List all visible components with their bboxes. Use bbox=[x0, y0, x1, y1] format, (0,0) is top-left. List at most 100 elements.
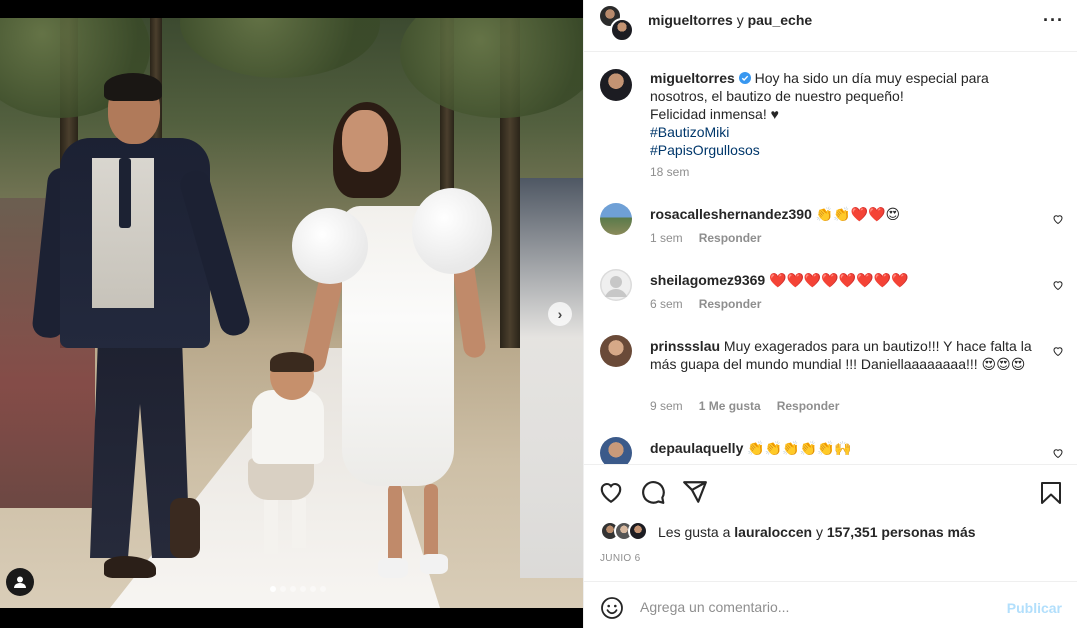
carousel-next-button[interactable]: › bbox=[548, 302, 572, 326]
timestamp[interactable]: 6 sem bbox=[650, 297, 683, 311]
groom-figure bbox=[119, 158, 131, 228]
carousel-indicator bbox=[270, 586, 326, 592]
comment-username[interactable]: rosacalleshernandez390 bbox=[650, 206, 812, 222]
publish-button[interactable]: Publicar bbox=[1007, 600, 1062, 616]
author-username[interactable]: migueltorres bbox=[648, 12, 733, 28]
heart-icon[interactable] bbox=[1052, 345, 1064, 357]
caption-username[interactable]: migueltorres bbox=[650, 70, 735, 86]
heart-icon[interactable] bbox=[1052, 213, 1064, 225]
add-comment-bar: Publicar bbox=[584, 581, 1077, 628]
bride-figure bbox=[292, 208, 368, 284]
likes-summary: Les gusta a lauraloccen y 157,351 person… bbox=[600, 521, 976, 543]
avatar[interactable] bbox=[600, 69, 632, 101]
avatar[interactable] bbox=[600, 269, 632, 301]
child-figure bbox=[248, 458, 314, 500]
comments-section[interactable]: migueltorres Hoy ha sido un día muy espe… bbox=[584, 53, 1077, 464]
foliage bbox=[400, 18, 583, 118]
post-side-panel: migueltorres y pau_eche ··· migueltorres… bbox=[583, 0, 1077, 628]
post-header: migueltorres y pau_eche ··· bbox=[584, 0, 1077, 52]
child-figure bbox=[252, 390, 324, 464]
guests-right bbox=[520, 178, 583, 578]
heart-icon[interactable] bbox=[598, 479, 624, 505]
bride-figure bbox=[424, 484, 438, 564]
liker-username[interactable]: lauraloccen bbox=[734, 524, 812, 540]
caption-text: migueltorres Hoy ha sido un día muy espe… bbox=[650, 69, 1050, 159]
child-figure bbox=[270, 352, 314, 372]
bride-figure bbox=[342, 110, 388, 172]
instagram-post-modal: › migueltorres y pau_eche ··· migueltorr… bbox=[0, 0, 1077, 628]
carousel-dot bbox=[290, 586, 296, 592]
bride-figure bbox=[412, 188, 492, 274]
author-username[interactable]: pau_eche bbox=[748, 12, 813, 28]
hashtag-link[interactable]: #PapisOrgullosos bbox=[650, 142, 760, 158]
chevron-right-icon: › bbox=[557, 306, 563, 322]
child-figure bbox=[264, 498, 278, 554]
avatar[interactable] bbox=[600, 203, 632, 235]
user-icon bbox=[14, 576, 26, 588]
smiley-icon[interactable] bbox=[600, 596, 624, 620]
foliage bbox=[180, 18, 380, 78]
default-avatar-icon bbox=[600, 269, 632, 301]
groom-figure bbox=[170, 498, 200, 558]
comment-username[interactable]: depaulaquelly bbox=[650, 440, 743, 456]
timestamp[interactable]: 9 sem bbox=[650, 399, 683, 413]
comment-text: depaulaquelly 👏👏👏👏👏🙌 bbox=[650, 439, 1050, 457]
collab-avatars[interactable] bbox=[598, 4, 634, 42]
comment-icon[interactable] bbox=[640, 479, 666, 505]
likes-connector: y bbox=[816, 524, 823, 540]
timestamp[interactable]: 18 sem bbox=[650, 165, 689, 179]
comment-body: 👏👏❤️❤️😍 bbox=[815, 206, 901, 222]
post-actions: Les gusta a lauraloccen y 157,351 person… bbox=[584, 464, 1077, 581]
comment-meta: 6 sem Responder bbox=[650, 297, 761, 311]
post-photo[interactable]: › bbox=[0, 18, 583, 608]
avatar[interactable] bbox=[610, 18, 634, 42]
comment-body: ❤️❤️❤️❤️❤️❤️❤️❤️ bbox=[769, 272, 909, 288]
reply-button[interactable]: Responder bbox=[699, 231, 762, 245]
comment-meta: 9 sem 1 Me gusta Responder bbox=[650, 399, 839, 413]
comment-text: sheilagomez9369 ❤️❤️❤️❤️❤️❤️❤️❤️ bbox=[650, 271, 1050, 289]
groom-figure bbox=[104, 556, 156, 578]
comment-likes[interactable]: 1 Me gusta bbox=[699, 399, 761, 413]
caption-meta: 18 sem bbox=[650, 165, 689, 179]
carousel-dot bbox=[270, 586, 276, 592]
reply-button[interactable]: Responder bbox=[777, 399, 840, 413]
caption-body: Felicidad inmensa! ♥ bbox=[650, 106, 779, 122]
bookmark-icon[interactable] bbox=[1040, 481, 1062, 505]
child-figure bbox=[292, 498, 306, 548]
comment-username[interactable]: prinssslau bbox=[650, 338, 720, 354]
author-conjunction: y bbox=[736, 12, 744, 28]
carousel-dot bbox=[300, 586, 306, 592]
avatar[interactable] bbox=[600, 335, 632, 367]
comment-body: 👏👏👏👏👏🙌 bbox=[747, 440, 852, 456]
liker-avatars[interactable] bbox=[600, 521, 650, 543]
bride-figure bbox=[388, 484, 402, 564]
heart-icon[interactable] bbox=[1052, 447, 1064, 459]
hashtag-link[interactable]: #BautizoMiki bbox=[650, 124, 729, 140]
avatar bbox=[628, 521, 648, 541]
verified-badge-icon bbox=[738, 72, 751, 84]
post-authors: migueltorres y pau_eche bbox=[648, 12, 812, 28]
likes-prefix: Les gusta a bbox=[658, 524, 731, 540]
likes-count[interactable]: 157,351 personas más bbox=[827, 524, 976, 540]
carousel-dot bbox=[280, 586, 286, 592]
comment-text: rosacalleshernandez390 👏👏❤️❤️😍 bbox=[650, 205, 1050, 223]
comment-username[interactable]: sheilagomez9369 bbox=[650, 272, 765, 288]
send-icon[interactable] bbox=[682, 479, 708, 505]
bride-figure bbox=[420, 554, 448, 574]
tagged-users-button[interactable] bbox=[6, 568, 34, 596]
carousel-dot bbox=[310, 586, 316, 592]
comment-meta: 1 sem Responder bbox=[650, 231, 761, 245]
comment-input[interactable] bbox=[640, 592, 1000, 622]
timestamp[interactable]: 1 sem bbox=[650, 231, 683, 245]
heart-icon[interactable] bbox=[1052, 279, 1064, 291]
likes-text: Les gusta a lauraloccen y 157,351 person… bbox=[658, 524, 976, 540]
bride-figure bbox=[378, 558, 408, 578]
comment-text: prinssslau Muy exagerados para un bautiz… bbox=[650, 337, 1050, 373]
avatar[interactable] bbox=[600, 437, 632, 464]
more-horizontal-icon[interactable]: ··· bbox=[1043, 10, 1064, 31]
groom-figure bbox=[104, 73, 162, 101]
carousel-dot bbox=[320, 586, 326, 592]
reply-button[interactable]: Responder bbox=[699, 297, 762, 311]
post-date[interactable]: JUNIO 6 bbox=[600, 553, 640, 564]
action-row bbox=[598, 479, 708, 505]
